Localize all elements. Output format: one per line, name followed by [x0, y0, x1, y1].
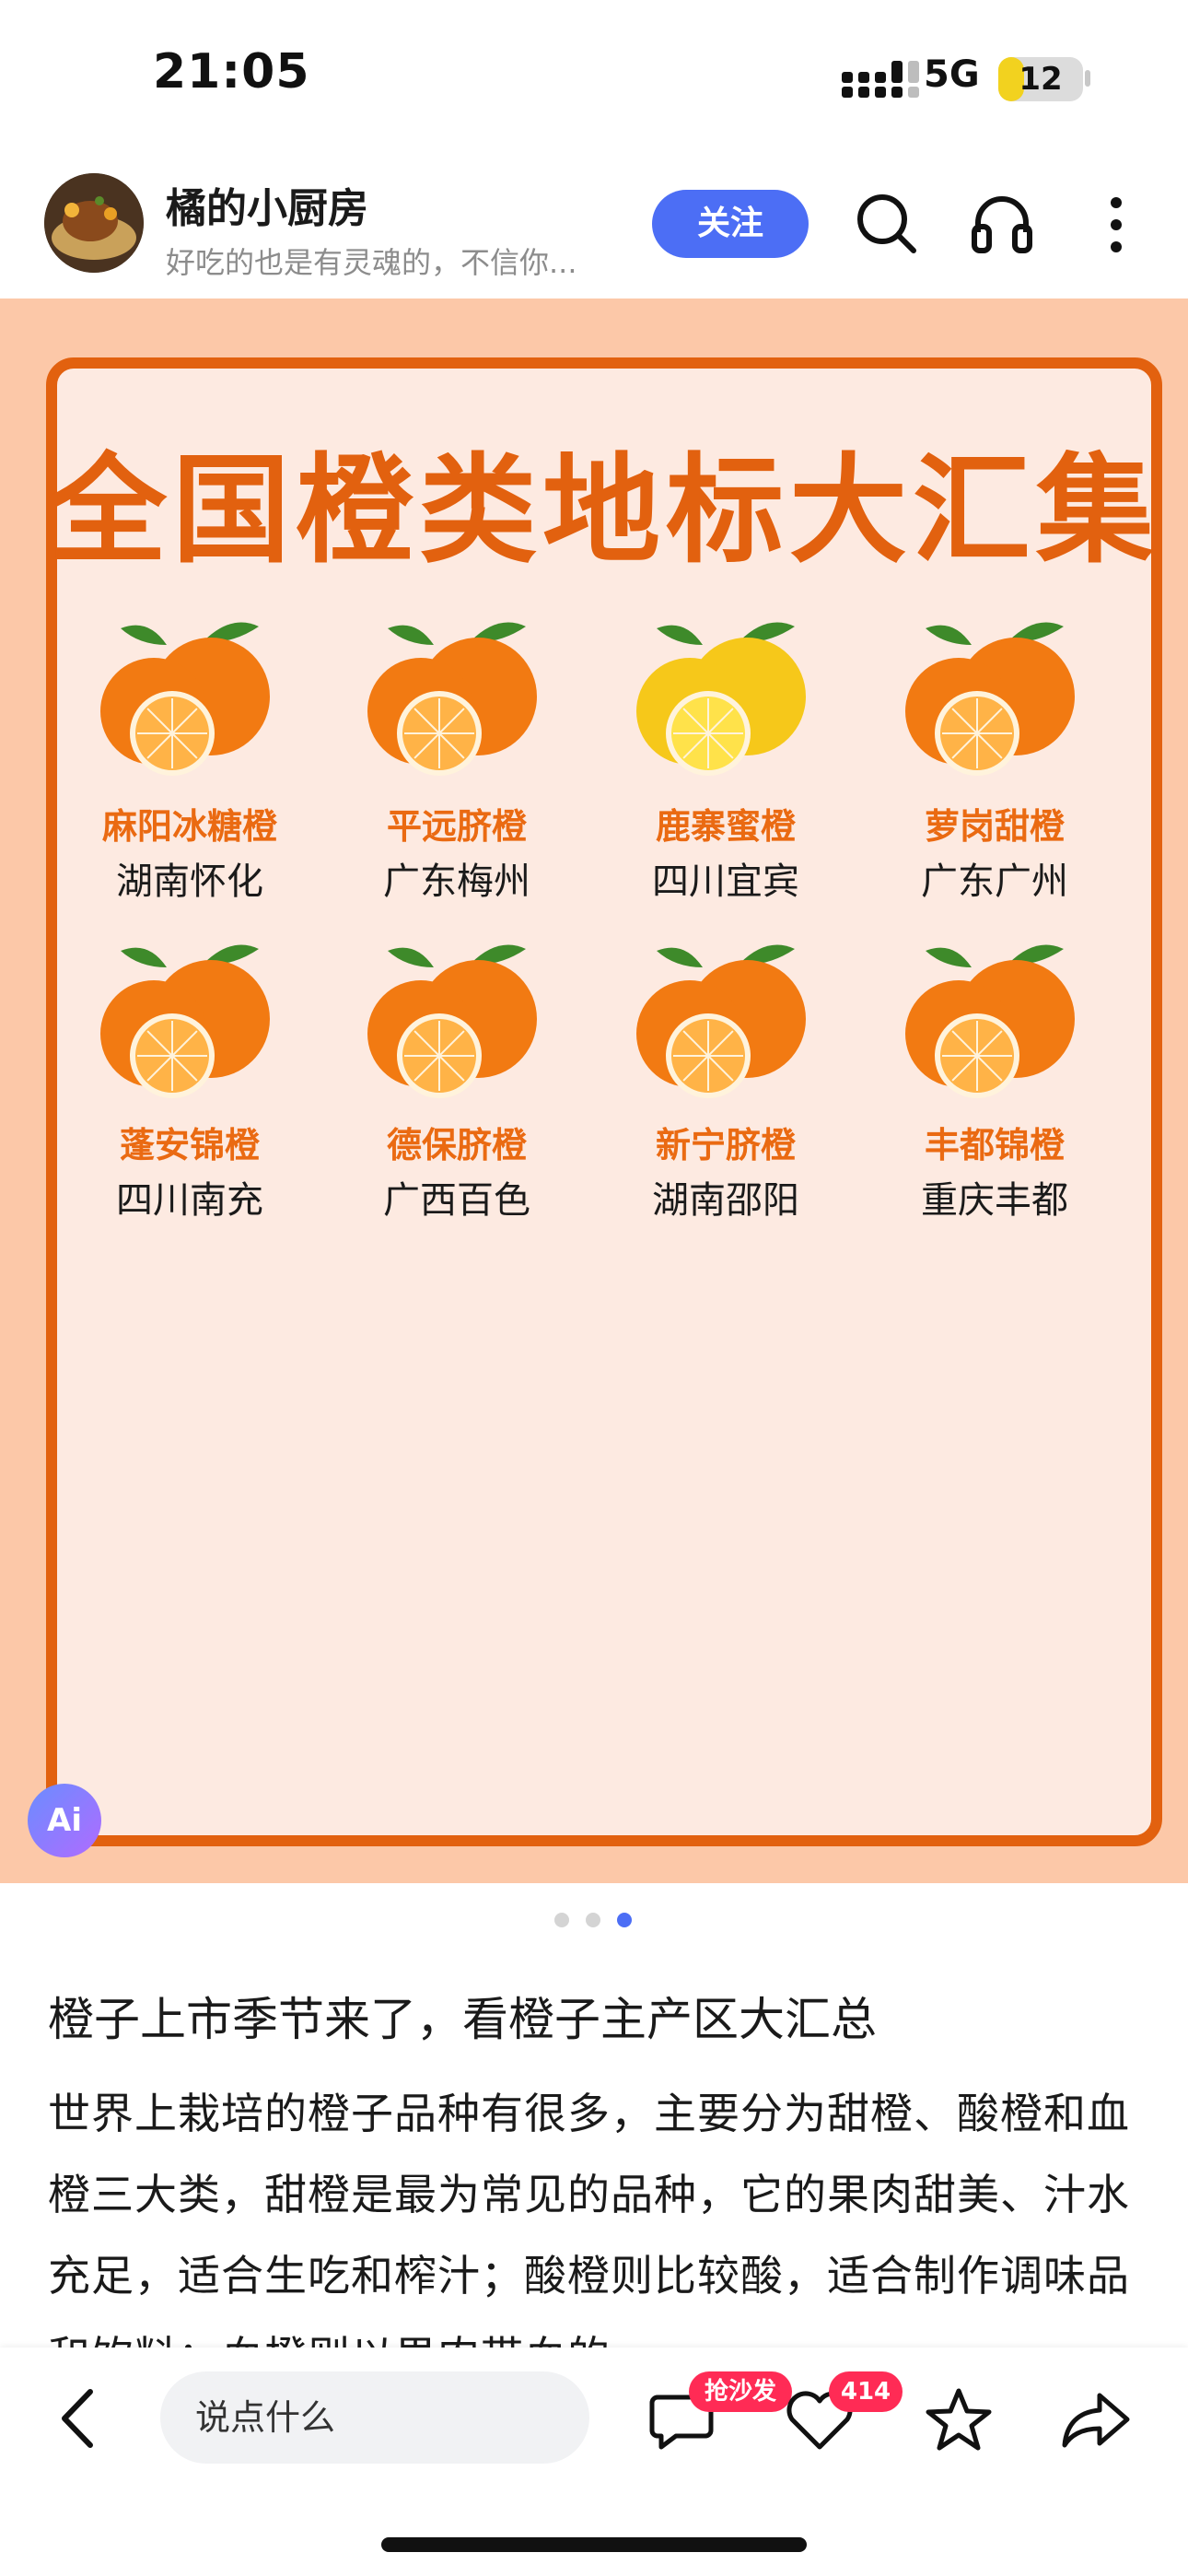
orange-variety-name: 鹿寨蜜橙 [655, 806, 796, 847]
comment-input[interactable]: 说点什么 [160, 2371, 589, 2464]
orange-origin-place: 四川南充 [116, 1179, 263, 1222]
signal-icon [842, 61, 919, 98]
share-icon[interactable] [1059, 2390, 1133, 2451]
orange-image [100, 622, 270, 776]
comment-badge: 抢沙发 [689, 2371, 792, 2412]
orange-variety-name: 新宁脐橙 [655, 1125, 796, 1165]
orange-image [905, 944, 1075, 1098]
star-icon[interactable] [925, 2386, 993, 2453]
orange-origin-place: 广西百色 [383, 1179, 530, 1222]
home-indicator[interactable] [381, 2537, 807, 2552]
battery-level: 12 [1019, 61, 1063, 98]
orange-origin-place: 湖南邵阳 [652, 1179, 799, 1222]
headphones-icon[interactable] [969, 190, 1035, 256]
orange-image [905, 622, 1075, 776]
more-icon[interactable] [1101, 192, 1131, 258]
orange-variety-name: 平远脐橙 [386, 806, 527, 847]
author-name[interactable]: 橘的小厨房 [166, 175, 368, 234]
network-type: 5G [924, 53, 980, 96]
orange-variety-name: 德保脐橙 [386, 1125, 527, 1165]
orange-image [367, 622, 537, 776]
search-icon[interactable] [853, 190, 919, 256]
battery-tip [1085, 70, 1090, 87]
orange-origin-place: 广东广州 [921, 861, 1068, 903]
battery-icon: 12 [998, 57, 1083, 101]
orange-origin-place: 广东梅州 [383, 861, 530, 903]
article-body: 世界上栽培的橙子品种有很多，主要分为甜橙、酸橙和血橙三大类，甜橙是最为常见的品种… [48, 2089, 1130, 2349]
orange-origin-place: 湖南怀化 [116, 861, 263, 903]
orange-variety-name: 麻阳冰糖橙 [101, 806, 277, 847]
carousel-dot-1[interactable] [554, 1913, 569, 1927]
orange-origin-place: 重庆丰都 [921, 1179, 1068, 1222]
orange-image [636, 944, 806, 1098]
orange-image [367, 944, 537, 1098]
status-time: 21:05 [153, 44, 310, 100]
orange-image [100, 944, 270, 1098]
author-bio: 好吃的也是有灵魂的，不信你... [166, 245, 577, 280]
like-count: 414 [829, 2371, 903, 2412]
carousel-dot-2[interactable] [586, 1913, 600, 1927]
orange-origin-place: 四川宜宾 [652, 861, 799, 903]
avatar[interactable] [44, 173, 144, 273]
poster-title: 全国橙类地标大汇集 [48, 442, 1159, 580]
follow-button[interactable]: 关注 [652, 190, 809, 258]
orange-image [636, 622, 806, 776]
article-title: 橙子上市季节来了，看橙子主产区大汇总 [48, 1993, 877, 2046]
orange-variety-name: 丰都锦橙 [924, 1125, 1065, 1165]
ai-badge[interactable]: Ai [28, 1784, 101, 1857]
back-icon[interactable] [57, 2386, 98, 2451]
orange-variety-name: 萝岗甜橙 [924, 806, 1065, 847]
carousel-dot-3[interactable] [617, 1913, 632, 1927]
orange-variety-name: 蓬安锦橙 [119, 1125, 260, 1165]
